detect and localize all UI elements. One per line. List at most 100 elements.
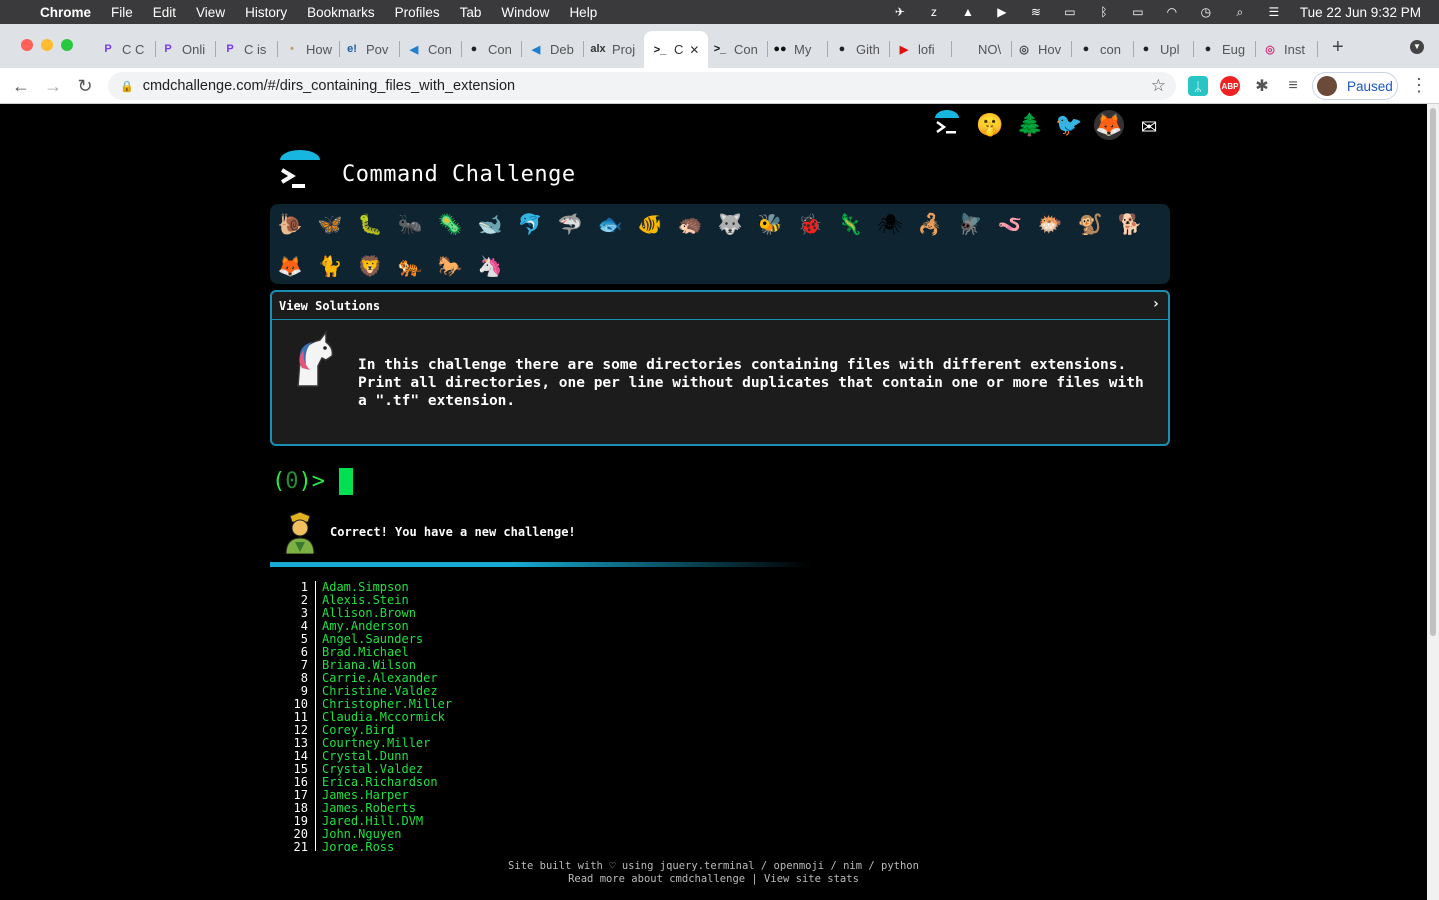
tab-17[interactable]: ● Upl bbox=[1138, 37, 1194, 61]
tab-16[interactable]: ● con bbox=[1078, 37, 1134, 61]
view-solutions-header[interactable]: View Solutions › bbox=[272, 292, 1168, 320]
reload-icon[interactable]: ↻ bbox=[74, 75, 96, 97]
cat-icon[interactable]: 🐈 bbox=[315, 251, 345, 281]
bluetooth-icon[interactable]: ᛒ bbox=[1096, 5, 1112, 19]
bee-icon[interactable]: 🐝 bbox=[755, 209, 785, 239]
wifi-icon[interactable]: ◠ bbox=[1164, 5, 1180, 19]
tab-19[interactable]: ◎ Inst bbox=[1262, 37, 1318, 61]
menu-app-name[interactable]: Chrome bbox=[40, 5, 91, 20]
zoom-window-button[interactable] bbox=[61, 39, 73, 51]
footer-credits[interactable]: Site built with ♡ using jquery.terminal … bbox=[0, 860, 1427, 873]
spotlight-icon[interactable]: ⌕ bbox=[1232, 5, 1248, 19]
battery-icon[interactable]: ▭ bbox=[1130, 5, 1146, 19]
ant-icon[interactable]: 🐜 bbox=[395, 209, 425, 239]
minimize-window-button[interactable] bbox=[41, 39, 53, 51]
profile-button[interactable]: Paused bbox=[1312, 72, 1398, 100]
adblock-icon[interactable]: ABP bbox=[1220, 76, 1240, 96]
lizard-icon[interactable]: 🦎 bbox=[835, 209, 865, 239]
chrome-menu-icon[interactable]: ⋮ bbox=[1410, 75, 1428, 96]
menu-window[interactable]: Window bbox=[501, 5, 549, 20]
address-bar[interactable]: 🔒 cmdchallenge.com/#/dirs_containing_fil… bbox=[108, 72, 1176, 100]
tab-18[interactable]: ● Eug bbox=[1200, 37, 1256, 61]
unicorn-icon[interactable]: 🦄 bbox=[475, 251, 505, 281]
tab-8[interactable]: alx Proj bbox=[590, 37, 646, 61]
dog-icon[interactable]: 🐕 bbox=[1115, 209, 1145, 239]
lion-icon[interactable]: 🦁 bbox=[355, 251, 385, 281]
back-icon[interactable]: ← bbox=[10, 75, 32, 97]
tab-11[interactable]: ●● My bbox=[772, 37, 828, 61]
tab-9[interactable]: >_ C ✕ bbox=[644, 31, 708, 68]
wolf-icon[interactable]: 🐺 bbox=[715, 209, 745, 239]
close-tab-icon[interactable]: ✕ bbox=[689, 43, 699, 57]
caterpillar-icon[interactable]: 🐛 bbox=[355, 209, 385, 239]
email-icon[interactable]: ✉ bbox=[1134, 110, 1164, 140]
close-window-button[interactable] bbox=[21, 39, 33, 51]
tab-7[interactable]: ◀ Deb bbox=[528, 37, 584, 61]
vlc-icon[interactable]: ▲ bbox=[960, 5, 976, 19]
terminal-prompt[interactable]: ( 0 )> bbox=[272, 468, 353, 495]
address-url[interactable]: cmdchallenge.com/#/dirs_containing_files… bbox=[143, 78, 515, 94]
twitter-icon[interactable]: 🐦 bbox=[1054, 110, 1084, 140]
menu-view[interactable]: View bbox=[196, 5, 225, 20]
ladybug-icon[interactable]: 🐞 bbox=[795, 209, 825, 239]
chevron-right-icon[interactable]: › bbox=[1152, 296, 1160, 312]
tab-14[interactable]: NO\ bbox=[956, 37, 1012, 61]
play-icon[interactable]: ▶ bbox=[994, 5, 1010, 19]
new-tab-icon[interactable]: + bbox=[1332, 36, 1344, 59]
dolphin-icon[interactable]: 🐬 bbox=[515, 209, 545, 239]
tab-12[interactable]: ● Gith bbox=[834, 37, 890, 61]
cmdchallenge-logo-icon[interactable] bbox=[932, 110, 962, 140]
fox-icon[interactable]: 🦊 bbox=[275, 251, 305, 281]
time-machine-icon[interactable]: ◷ bbox=[1198, 5, 1214, 19]
monkey-icon[interactable]: 🐒 bbox=[1075, 209, 1105, 239]
telegram-icon[interactable]: ✈ bbox=[892, 5, 908, 19]
microbe-icon[interactable]: 🦠 bbox=[435, 209, 465, 239]
fish-icon[interactable]: 🐟 bbox=[595, 209, 625, 239]
blowfish-icon[interactable]: 🐡 bbox=[1035, 209, 1065, 239]
extensions-puzzle-icon[interactable]: ✱ bbox=[1252, 76, 1272, 96]
tree-icon[interactable]: 🌲 bbox=[1015, 110, 1045, 140]
reading-list-icon[interactable]: ≡ bbox=[1283, 76, 1303, 96]
tab-4[interactable]: e! Pov bbox=[344, 37, 400, 61]
wifi-off-icon[interactable]: ≋ bbox=[1028, 5, 1044, 19]
page-scrollbar[interactable] bbox=[1427, 104, 1439, 900]
menu-tab[interactable]: Tab bbox=[460, 5, 482, 20]
menu-bookmarks[interactable]: Bookmarks bbox=[307, 5, 375, 20]
tab-13[interactable]: ▶ lofi bbox=[896, 37, 952, 61]
scorpion-icon[interactable]: 🦂 bbox=[915, 209, 945, 239]
tab-3[interactable]: • How bbox=[284, 37, 340, 61]
spider-icon[interactable]: 🕷 bbox=[875, 209, 905, 239]
menu-file[interactable]: File bbox=[111, 5, 133, 20]
menu-edit[interactable]: Edit bbox=[153, 5, 176, 20]
scrollbar-thumb[interactable] bbox=[1430, 108, 1436, 636]
hedgehog-icon[interactable]: 🦔 bbox=[675, 209, 705, 239]
horse-icon[interactable]: 🐎 bbox=[435, 251, 465, 281]
whale-icon[interactable]: 🐋 bbox=[475, 209, 505, 239]
display-icon[interactable]: ▭ bbox=[1062, 5, 1078, 19]
lock-icon[interactable]: 🔒 bbox=[120, 80, 134, 93]
tab-5[interactable]: ◀ Con bbox=[406, 37, 462, 61]
gitlab-icon[interactable]: 🦊 bbox=[1094, 110, 1124, 140]
tab-1[interactable]: P Onli bbox=[160, 37, 216, 61]
forward-icon[interactable]: → bbox=[42, 75, 64, 97]
terminal-cursor[interactable] bbox=[339, 468, 353, 495]
snail-icon[interactable]: 🐌 bbox=[275, 209, 305, 239]
worm-icon[interactable]: 🪱 bbox=[995, 209, 1025, 239]
tropical-fish-icon[interactable]: 🐠 bbox=[635, 209, 665, 239]
tab-6[interactable]: ● Con bbox=[466, 37, 522, 61]
fly-icon[interactable]: 🪰 bbox=[955, 209, 985, 239]
shark-icon[interactable]: 🦈 bbox=[555, 209, 585, 239]
sleep-icon[interactable]: z bbox=[926, 5, 942, 19]
bookmark-star-icon[interactable]: ☆ bbox=[1151, 76, 1166, 96]
tab-15[interactable]: ◎ Hov bbox=[1016, 37, 1072, 61]
tiger-icon[interactable]: 🐅 bbox=[395, 251, 425, 281]
menu-help[interactable]: Help bbox=[569, 5, 597, 20]
control-center-icon[interactable]: ☰ bbox=[1266, 5, 1282, 19]
tab-0[interactable]: PC C bbox=[100, 37, 156, 61]
footer-links[interactable]: Read more about cmdchallenge | View site… bbox=[0, 873, 1427, 886]
tab-10[interactable]: >_ Con bbox=[712, 37, 768, 61]
menu-history[interactable]: History bbox=[245, 5, 287, 20]
menu-profiles[interactable]: Profiles bbox=[395, 5, 440, 20]
shushing-face-icon[interactable]: 🤫 bbox=[975, 110, 1005, 140]
view-solutions-label[interactable]: View Solutions bbox=[279, 299, 380, 313]
